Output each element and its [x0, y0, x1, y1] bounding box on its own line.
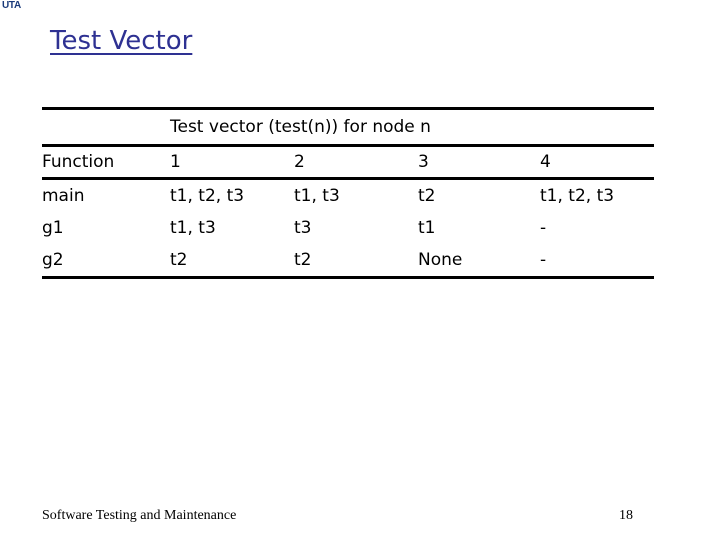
- table-row: main t1, t2, t3 t1, t3 t2 t1, t2, t3: [42, 179, 654, 213]
- page-number: 18: [619, 508, 633, 523]
- table-header-row: Function 1 2 3 4: [42, 145, 654, 180]
- slide-title: Test Vector: [50, 26, 193, 56]
- table-row: g2 t2 t2 None -: [42, 244, 654, 279]
- table-row: g1 t1, t3 t3 t1 -: [42, 212, 654, 244]
- table-cell: -: [540, 244, 654, 279]
- table-cell: t1: [418, 218, 436, 238]
- function-name-cell: g1: [42, 218, 64, 238]
- column-header: Function: [42, 145, 170, 180]
- table-cell: t1, t3: [170, 218, 216, 238]
- table-caption-row: Test vector (test(n)) for node n: [42, 107, 654, 147]
- table-cell: t3: [294, 218, 312, 238]
- table-cell: t2: [170, 244, 294, 279]
- table-cell: t1, t3: [294, 186, 340, 206]
- footer-course-title: Software Testing and Maintenance: [42, 508, 237, 523]
- function-name-cell: g2: [42, 244, 170, 279]
- table-cell: None: [418, 244, 540, 279]
- function-name-cell: main: [42, 186, 85, 206]
- table-cell: -: [540, 218, 547, 238]
- column-header: 3: [418, 145, 540, 180]
- table-cell: t2: [294, 244, 418, 279]
- column-header: 1: [170, 145, 294, 180]
- table-cell: t2: [418, 186, 436, 206]
- table-cell: t1, t2, t3: [170, 186, 245, 206]
- table-caption: Test vector (test(n)) for node n: [170, 107, 654, 147]
- table-cell: t1, t2, t3: [540, 186, 615, 206]
- column-header: 4: [540, 145, 654, 180]
- caption-spacer: [42, 107, 170, 147]
- test-vector-table: Test vector (test(n)) for node n Functio…: [42, 107, 654, 279]
- uta-logo: UTA: [2, 0, 21, 11]
- column-header: 2: [294, 145, 418, 180]
